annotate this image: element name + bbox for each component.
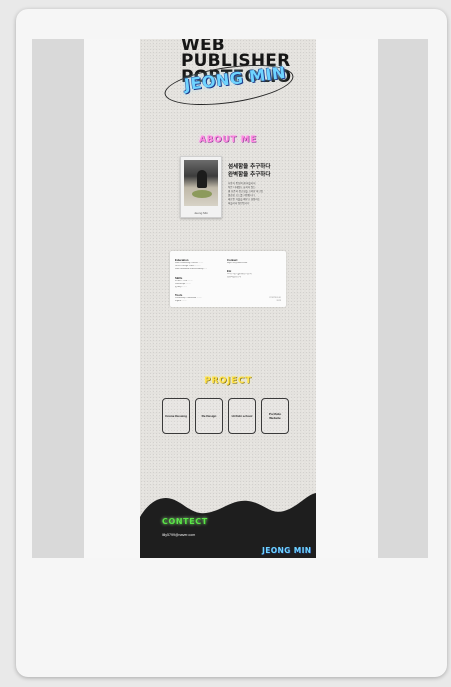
photo-plate-figure <box>192 190 212 198</box>
project-card-re-design[interactable]: Re Design <box>195 398 223 434</box>
info-row: jQuery ........ <box>175 286 187 289</box>
about-headline-line: 완벽함을 추구하다 <box>228 172 271 178</box>
project-card-creme-dessing[interactable]: Creme Dessing <box>162 398 190 434</box>
info-row: Web Standard & Accessibility ..... <box>175 268 208 271</box>
photo-image <box>184 160 218 206</box>
info-card: Education Web Publishing Course ........… <box>170 251 286 307</box>
info-group: Etc GTQ 1급 / 웹디자인기능사 컴퓨터활용능력 <box>227 269 277 279</box>
project-card-hi-kidz-school[interactable]: Hi Kidz school <box>228 398 256 434</box>
info-footer-line: 2023 <box>276 300 281 302</box>
info-group: Contact lilly5799@naver.com <box>227 258 277 265</box>
contact-section-title: CONTECT <box>162 517 208 526</box>
about-section-title: ABOUT ME <box>199 135 257 145</box>
viewer-right-gutter <box>378 39 428 558</box>
footer-name-logo: JEONG MIN <box>262 546 312 555</box>
page-margin-right <box>316 39 378 558</box>
page-margin-left <box>84 39 140 558</box>
about-body-line: 퍼블리셔 정민입니다 <box>228 202 250 205</box>
info-group: Skills HTML / CSS ........ JavaScript ..… <box>175 276 225 290</box>
info-card-footer: PORTFOLIO 2023 <box>269 297 281 303</box>
viewer-left-gutter <box>32 39 84 558</box>
info-column-left: Education Web Publishing Course ........… <box>175 258 225 308</box>
info-column-right: Contact lilly5799@naver.com Etc GTQ 1급 /… <box>227 258 277 284</box>
info-group: Tools Photoshop / Illustrator ........ F… <box>175 293 225 303</box>
project-card-portfolio-website[interactable]: Portfolio Website <box>261 398 289 434</box>
info-row: 컴퓨터활용능력 <box>227 276 242 279</box>
photo-caption: Jeong Min <box>194 211 208 215</box>
info-row: lilly5799@naver.com <box>227 262 248 264</box>
contact-email-link[interactable]: lilly5799@naver.com <box>162 533 195 537</box>
profile-photo: Jeong Min <box>180 156 222 218</box>
info-row: Figma ........ <box>175 300 187 303</box>
about-headline-line: 섬세함을 추구하다 <box>228 164 271 170</box>
info-group: Education Web Publishing Course ........… <box>175 258 225 272</box>
portfolio-page[interactable]: WEB PUBLISHER PORTFOLIO JEONG MIN ABOUT … <box>140 39 316 558</box>
about-body-text: 사용자 중심의 웹 퍼블리셔 작은 디테일도 놓치지 않는 웹 표준과 접근성을… <box>228 182 308 206</box>
project-section-title: PROJECT <box>204 376 252 386</box>
about-headline: 섬세함을 추구하다 완벽함을 추구하다 <box>228 163 312 179</box>
photo-person-figure <box>197 170 207 188</box>
